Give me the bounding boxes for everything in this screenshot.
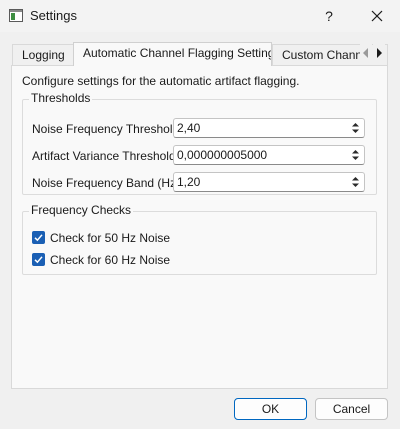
noise-frequency-band-spinbox[interactable]: 1,20 [173,172,365,192]
help-button[interactable]: ? [318,6,340,26]
artifact-variance-threshold-value: 0,000000005000 [177,148,268,162]
chevron-left-icon [363,48,368,58]
panel-description: Configure settings for the automatic art… [22,74,300,88]
close-button[interactable] [366,5,388,27]
check-50hz-label[interactable]: Check for 50 Hz Noise [50,231,170,245]
chevron-right-icon [377,48,382,58]
checkmark-icon [34,234,43,242]
tab-bar: Logging Automatic Channel Flagging Setti… [11,42,388,66]
title-bar: Settings ? [0,0,400,32]
app-icon [9,9,23,22]
tab-automatic-channel-flagging-settings[interactable]: Automatic Channel Flagging Settings [73,42,272,66]
tab-panel-automatic-flagging: Configure settings for the automatic art… [11,65,388,389]
noise-frequency-threshold-label: Noise Frequency Threshold: [32,122,183,136]
artifact-variance-threshold-spinbox[interactable]: 0,000000005000 [173,145,365,165]
artifact-variance-threshold-label: Artifact Variance Threshold: [32,149,179,163]
tab-logging[interactable]: Logging [12,44,74,66]
noise-frequency-threshold-value: 2,40 [177,121,201,135]
noise-frequency-band-label: Noise Frequency Band (Hz): [32,176,184,190]
cancel-button[interactable]: Cancel [315,398,388,420]
noise-frequency-threshold-spinbox[interactable]: 2,40 [173,118,365,138]
frequency-checks-group-title: Frequency Checks [29,203,134,217]
check-60hz-label[interactable]: Check for 60 Hz Noise [50,253,170,267]
noise-frequency-band-value: 1,20 [177,175,201,189]
window-title: Settings [30,8,77,23]
spin-arrows-icon[interactable] [351,175,360,189]
check-50hz-checkbox[interactable] [32,231,45,244]
tab-scroll-right-button[interactable] [373,44,385,62]
thresholds-group-title: Thresholds [29,91,93,105]
ok-button[interactable]: OK [234,398,307,420]
check-60hz-checkbox[interactable] [32,253,45,266]
spin-arrows-icon[interactable] [351,121,360,135]
tab-scroll-left-button[interactable] [360,44,372,62]
checkmark-icon [34,256,43,264]
frequency-checks-group: Frequency Checks Check for 50 Hz Noise C… [22,203,377,275]
close-icon [371,10,383,22]
thresholds-group: Thresholds Noise Frequency Threshold: 2,… [22,91,377,195]
spin-arrows-icon[interactable] [351,148,360,162]
